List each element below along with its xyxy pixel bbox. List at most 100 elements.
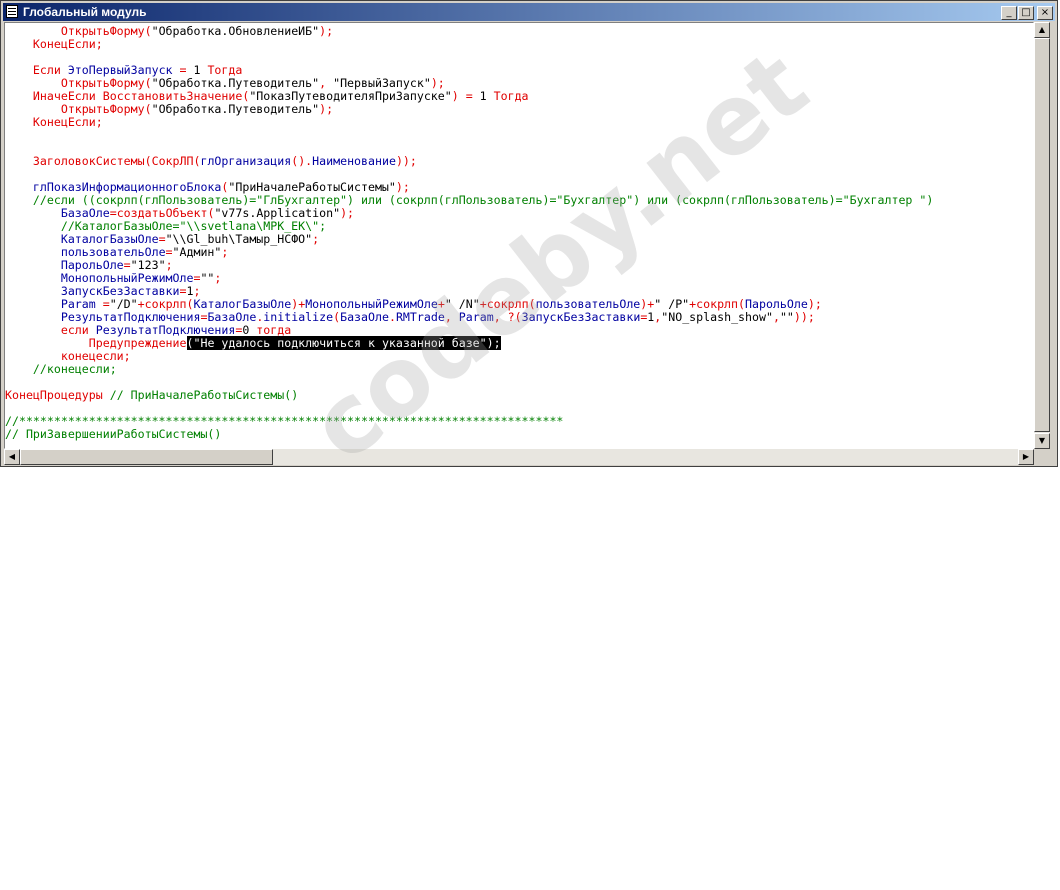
code-token: "123" bbox=[130, 258, 166, 272]
horizontal-scroll-thumb[interactable] bbox=[20, 449, 273, 465]
code-token: "Обработка.Путеводитель" bbox=[151, 76, 320, 90]
code-token: " /P" bbox=[654, 297, 690, 311]
code-token: ( bbox=[144, 154, 152, 168]
code-token: ПарольОле bbox=[60, 258, 124, 272]
code-line[interactable]: // ПриЗавершенииРаботыСистемы() bbox=[5, 428, 940, 441]
code-token: + bbox=[137, 297, 145, 311]
scrollbar-corner bbox=[1034, 449, 1050, 465]
vertical-scroll-thumb[interactable] bbox=[1034, 38, 1050, 432]
maximize-button[interactable]: □ bbox=[1018, 6, 1034, 20]
code-token: = bbox=[179, 284, 187, 298]
code-token: "/D" bbox=[109, 297, 138, 311]
code-token: ( bbox=[738, 297, 746, 311]
code-token: //конецесли; bbox=[32, 362, 117, 376]
code-token: "Обработка.ОбновлениеИБ" bbox=[151, 24, 320, 38]
code-token: создатьОбъект bbox=[116, 206, 208, 220]
code-token: = bbox=[109, 206, 117, 220]
code-token: КонецПроцедуры bbox=[5, 388, 103, 402]
code-token: ИначеЕсли bbox=[32, 89, 103, 103]
code-token: "" bbox=[779, 310, 794, 324]
code-token: ); bbox=[319, 24, 334, 38]
code-token: "Админ" bbox=[172, 245, 222, 259]
code-token: конецесли bbox=[60, 349, 124, 363]
code-line[interactable]: ЗаголовокСистемы(СокрЛП(глОрганизация().… bbox=[5, 155, 940, 168]
code-token: ( bbox=[144, 76, 152, 90]
module-icon bbox=[6, 5, 18, 18]
code-token: = bbox=[123, 258, 131, 272]
scroll-up-button[interactable]: ▲ bbox=[1034, 22, 1050, 38]
code-token: //если ((сокрлп(глПользователь)="ГлБухга… bbox=[32, 193, 941, 207]
code-token: КаталогБазыОле bbox=[60, 232, 159, 246]
code-token: РезультатПодключения bbox=[60, 310, 201, 324]
code-token: ; bbox=[312, 232, 320, 246]
code-token: )); bbox=[793, 310, 815, 324]
code-token: ; bbox=[123, 349, 131, 363]
code-token: // ПриНачалеРаботыСистемы() bbox=[102, 388, 299, 402]
code-token: ; bbox=[95, 37, 103, 51]
code-token: ( bbox=[144, 24, 152, 38]
code-token: если bbox=[60, 323, 96, 337]
code-token: ОткрытьФорму bbox=[60, 24, 145, 38]
code-line[interactable]: ОткрытьФорму("Обработка.ОбновлениеИБ"); bbox=[5, 25, 940, 38]
code-token: ( bbox=[186, 297, 194, 311]
code-token: Предупреждение bbox=[88, 336, 187, 350]
code-token: "ПервыйЗапуск" bbox=[333, 76, 431, 90]
code-token: //КаталогБазыОле="\\svetlana\MPK_EK\"; bbox=[60, 219, 327, 233]
code-token: ) = bbox=[451, 89, 480, 103]
code-token: сокрлп bbox=[696, 297, 739, 311]
code-token: ПарольОле bbox=[745, 297, 808, 311]
code-token: "Обработка.Путеводитель" bbox=[151, 102, 320, 116]
code-token: ); bbox=[340, 206, 355, 220]
horizontal-scrollbar[interactable]: ◀ ▶ bbox=[4, 449, 1034, 465]
code-token: ВосстановитьЗначение bbox=[102, 89, 243, 103]
code-token: КонецЕсли bbox=[32, 115, 96, 129]
close-button[interactable]: × bbox=[1037, 6, 1053, 20]
vertical-scrollbar[interactable]: ▲ ▼ bbox=[1034, 22, 1050, 449]
code-token: Если bbox=[32, 63, 68, 77]
code-token: Тогда bbox=[200, 63, 243, 77]
code-token: ОткрытьФорму bbox=[60, 76, 145, 90]
code-token: //**************************************… bbox=[5, 414, 564, 428]
code-token: ; bbox=[95, 115, 103, 129]
code-token: ); bbox=[319, 102, 334, 116]
code-token: ЗапускБезЗаставки bbox=[60, 284, 180, 298]
code-token: Param bbox=[60, 297, 96, 311]
code-token: ЭтоПервыйЗапуск bbox=[67, 63, 173, 77]
code-token: , bbox=[319, 76, 334, 90]
code-token: глПоказИнформационногоБлока bbox=[32, 180, 222, 194]
code-line[interactable]: КонецЕсли; bbox=[5, 38, 940, 51]
code-token: )); bbox=[395, 154, 417, 168]
code-token: )+ bbox=[291, 297, 306, 311]
minimize-button[interactable]: _ bbox=[1001, 6, 1017, 20]
title-bar[interactable]: Глобальный модуль _ □ × bbox=[3, 3, 1055, 21]
scroll-left-button[interactable]: ◀ bbox=[4, 449, 20, 465]
code-token: Наименование bbox=[312, 154, 396, 168]
scroll-down-button[interactable]: ▼ bbox=[1034, 433, 1050, 449]
scroll-right-button[interactable]: ▶ bbox=[1018, 449, 1034, 465]
code-token: = bbox=[172, 63, 194, 77]
code-token: ); bbox=[807, 297, 822, 311]
code-token: = bbox=[165, 245, 173, 259]
code-token: ЗаголовокСистемы bbox=[32, 154, 145, 168]
code-token: ; bbox=[221, 245, 229, 259]
code-token: , bbox=[772, 310, 780, 324]
code-token: КаталогБазыОле bbox=[193, 297, 292, 311]
code-token: 1 bbox=[479, 89, 487, 103]
code-token: = bbox=[95, 297, 110, 311]
code-token: БазаОле bbox=[207, 310, 257, 324]
code-token: пользовательОле bbox=[60, 245, 166, 259]
